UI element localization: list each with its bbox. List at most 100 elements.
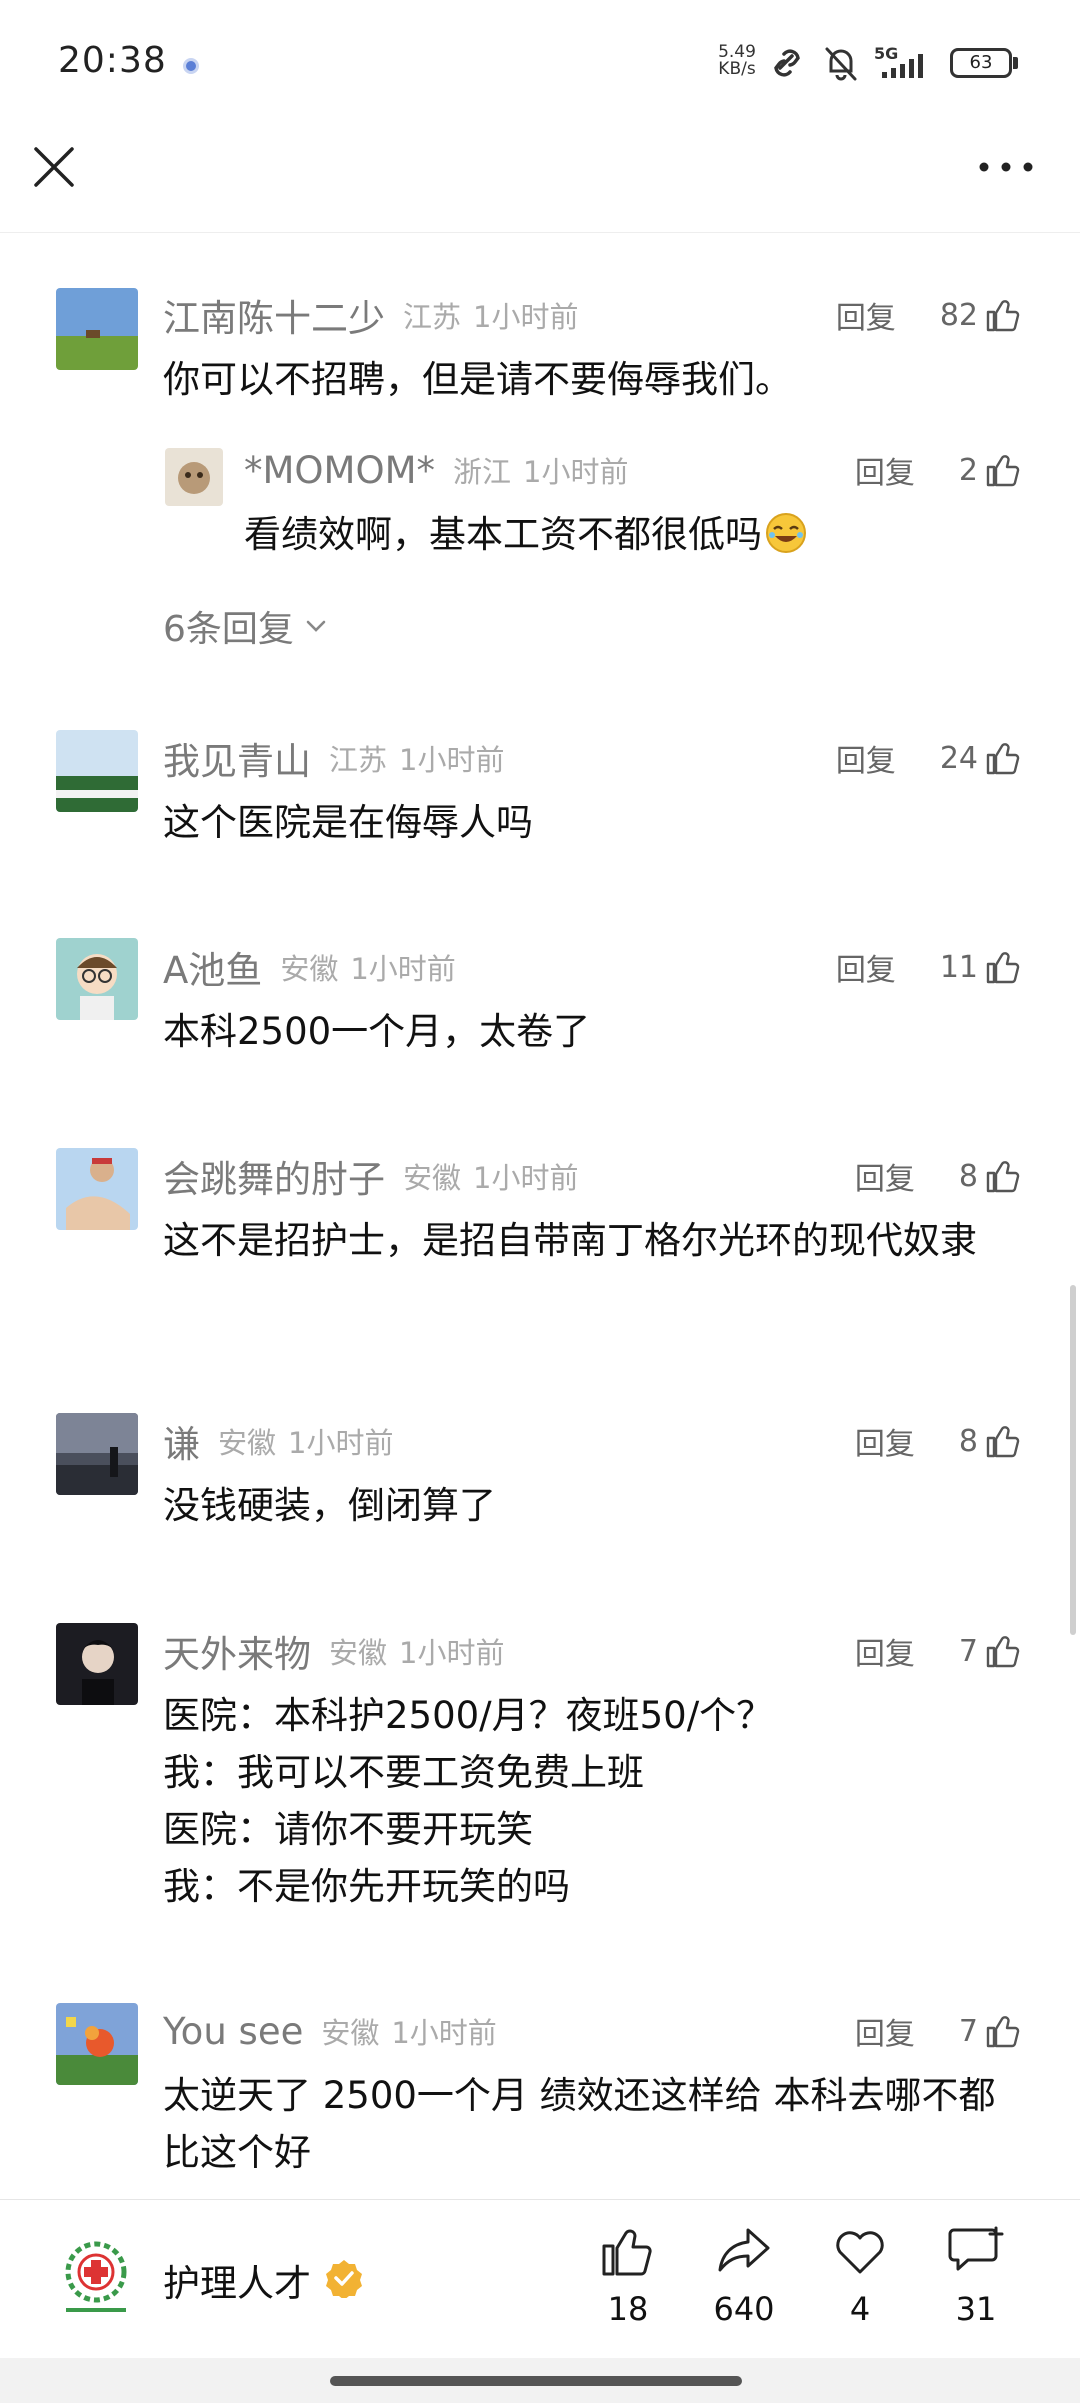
comment-header: 会跳舞的肘子 安徽 1小时前 — [163, 1151, 578, 1201]
like-icon[interactable] — [984, 739, 1022, 777]
comment-text-line: 我：不是你先开玩笑的吗 — [163, 1865, 570, 1908]
comment-location: 安徽 — [280, 952, 339, 986]
avatar[interactable] — [56, 288, 138, 370]
comment-header: You see 安徽 1小时前 — [163, 2006, 497, 2056]
comment-actions: 回复 11 — [836, 942, 1022, 992]
comment-time: 1小时前 — [473, 300, 579, 334]
comment-time: 1小时前 — [350, 952, 456, 986]
comment-text: 太逆天了 2500一个月 绩效还这样给 本科去哪不都比这个好 — [163, 2074, 996, 2174]
reply-actions: 回复 2 — [855, 445, 1022, 495]
comment-author[interactable]: 我见青山 — [163, 731, 311, 785]
avatar[interactable] — [56, 938, 138, 1020]
favorite-action[interactable]: 4 — [805, 2222, 915, 2328]
more-replies-button[interactable]: 6条回复 — [163, 600, 330, 652]
like-icon[interactable] — [984, 1422, 1022, 1460]
like-icon[interactable] — [984, 451, 1022, 489]
like-count: 82 — [939, 297, 978, 333]
reply-header: *MOMOM* 浙江 1小时前 — [244, 445, 629, 495]
like-count: 7 — [958, 2013, 978, 2049]
account-name[interactable]: 护理人才 — [163, 2253, 311, 2307]
comment-text: 这个医院是在侮辱人吗 — [163, 801, 533, 844]
comment-author[interactable]: 会跳舞的肘子 — [163, 1149, 385, 1203]
like-icon[interactable] — [984, 1632, 1022, 1670]
favorite-count: 4 — [849, 2290, 871, 2328]
comment-text: 这不是招护士，是招自带南丁格尔光环的现代奴隶 — [163, 1219, 977, 1262]
comment-header: 我见青山 江苏 1小时前 — [163, 733, 504, 783]
comment-time: 1小时前 — [473, 1161, 579, 1195]
reply-button[interactable]: 回复 — [855, 448, 915, 492]
comment-text-line: 我：我可以不要工资免费上班 — [163, 1751, 644, 1794]
reply-avatar[interactable] — [165, 448, 223, 506]
comment-location: 安徽 — [329, 1636, 388, 1670]
comment-header: 谦 安徽 1小时前 — [163, 1416, 393, 1466]
reply-author[interactable]: *MOMOM* — [244, 449, 435, 492]
comment-actions: 回复 24 — [836, 733, 1022, 783]
comment-author[interactable]: 天外来物 — [163, 1624, 311, 1678]
comment-time: 1小时前 — [391, 2016, 497, 2050]
comment-header: 天外来物 安徽 1小时前 — [163, 1626, 504, 1676]
avatar[interactable] — [56, 1623, 138, 1705]
verified-badge-icon — [326, 2260, 362, 2298]
avatar[interactable] — [56, 1413, 138, 1495]
share-action[interactable]: 640 — [689, 2222, 799, 2328]
share-icon — [718, 2228, 770, 2272]
like-count: 2 — [958, 452, 978, 488]
comment-time: 1小时前 — [399, 743, 505, 777]
reply-button[interactable]: 回复 — [836, 293, 896, 337]
comment-location: 安徽 — [218, 1426, 277, 1460]
reply-button[interactable]: 回复 — [855, 2009, 915, 2053]
comment-time: 1小时前 — [288, 1426, 394, 1460]
nav-divider — [0, 232, 1080, 233]
home-indicator[interactable] — [330, 2376, 742, 2386]
comment-header: A池鱼 安徽 1小时前 — [163, 942, 456, 992]
comment-actions: 回复 82 — [836, 290, 1022, 340]
thumbs-up-icon — [602, 2229, 652, 2276]
bottom-divider — [0, 2199, 1080, 2200]
like-icon[interactable] — [984, 948, 1022, 986]
reply-button[interactable]: 回复 — [855, 1154, 915, 1198]
reply-text-line: 看绩效啊，基本工资不都很低吗 — [244, 506, 1034, 563]
comment-count: 31 — [955, 2290, 997, 2328]
comment-text-line: 医院：请你不要开玩笑 — [163, 1808, 533, 1851]
reply-button[interactable]: 回复 — [836, 736, 896, 780]
reply-button[interactable]: 回复 — [855, 1419, 915, 1463]
avatar[interactable] — [56, 2003, 138, 2085]
comment-location: 安徽 — [403, 1161, 462, 1195]
comment-text: 本科2500一个月，太卷了 — [163, 1010, 591, 1053]
chevron-down-icon — [306, 620, 326, 632]
more-replies-label: 6条回复 — [163, 609, 294, 650]
comment-actions: 回复 7 — [855, 2006, 1022, 2056]
account-logo[interactable] — [54, 2236, 138, 2320]
signal-icon — [882, 54, 923, 78]
comment-text: 没钱硬装，倒闭算了 — [163, 1484, 496, 1527]
comment-actions: 回复 8 — [855, 1416, 1022, 1466]
scrollbar[interactable] — [1070, 1285, 1076, 1635]
comment-header: 江南陈十二少 江苏 1小时前 — [163, 290, 578, 340]
avatar[interactable] — [56, 1148, 138, 1230]
like-count: 24 — [939, 740, 978, 776]
comment-author[interactable]: A池鱼 — [163, 940, 262, 994]
like-icon[interactable] — [984, 1157, 1022, 1195]
reply-button[interactable]: 回复 — [855, 1629, 915, 1673]
reply-time: 1小时前 — [523, 455, 629, 489]
like-icon[interactable] — [984, 296, 1022, 334]
close-icon[interactable] — [30, 143, 78, 191]
reply-button[interactable]: 回复 — [836, 945, 896, 989]
more-options-icon[interactable] — [978, 157, 1034, 177]
comment-actions: 回复 7 — [855, 1626, 1022, 1676]
comment-text: 你可以不招聘，但是请不要侮辱我们。 — [163, 358, 792, 401]
comment-action[interactable]: 31 — [921, 2222, 1031, 2328]
comment-author[interactable]: 谦 — [163, 1414, 200, 1468]
reply-location: 浙江 — [453, 455, 512, 489]
like-icon[interactable] — [984, 2012, 1022, 2050]
bell-muted-icon — [825, 47, 857, 81]
comment-author[interactable]: You see — [163, 2010, 303, 2053]
comment-author[interactable]: 江南陈十二少 — [163, 288, 385, 342]
like-action[interactable]: 18 — [573, 2222, 683, 2328]
comment-location: 安徽 — [321, 2016, 380, 2050]
comment-time: 1小时前 — [399, 1636, 505, 1670]
status-time: 20:38 — [58, 40, 167, 81]
like-count: 18 — [607, 2290, 649, 2328]
heart-icon — [836, 2231, 884, 2274]
avatar[interactable] — [56, 730, 138, 812]
